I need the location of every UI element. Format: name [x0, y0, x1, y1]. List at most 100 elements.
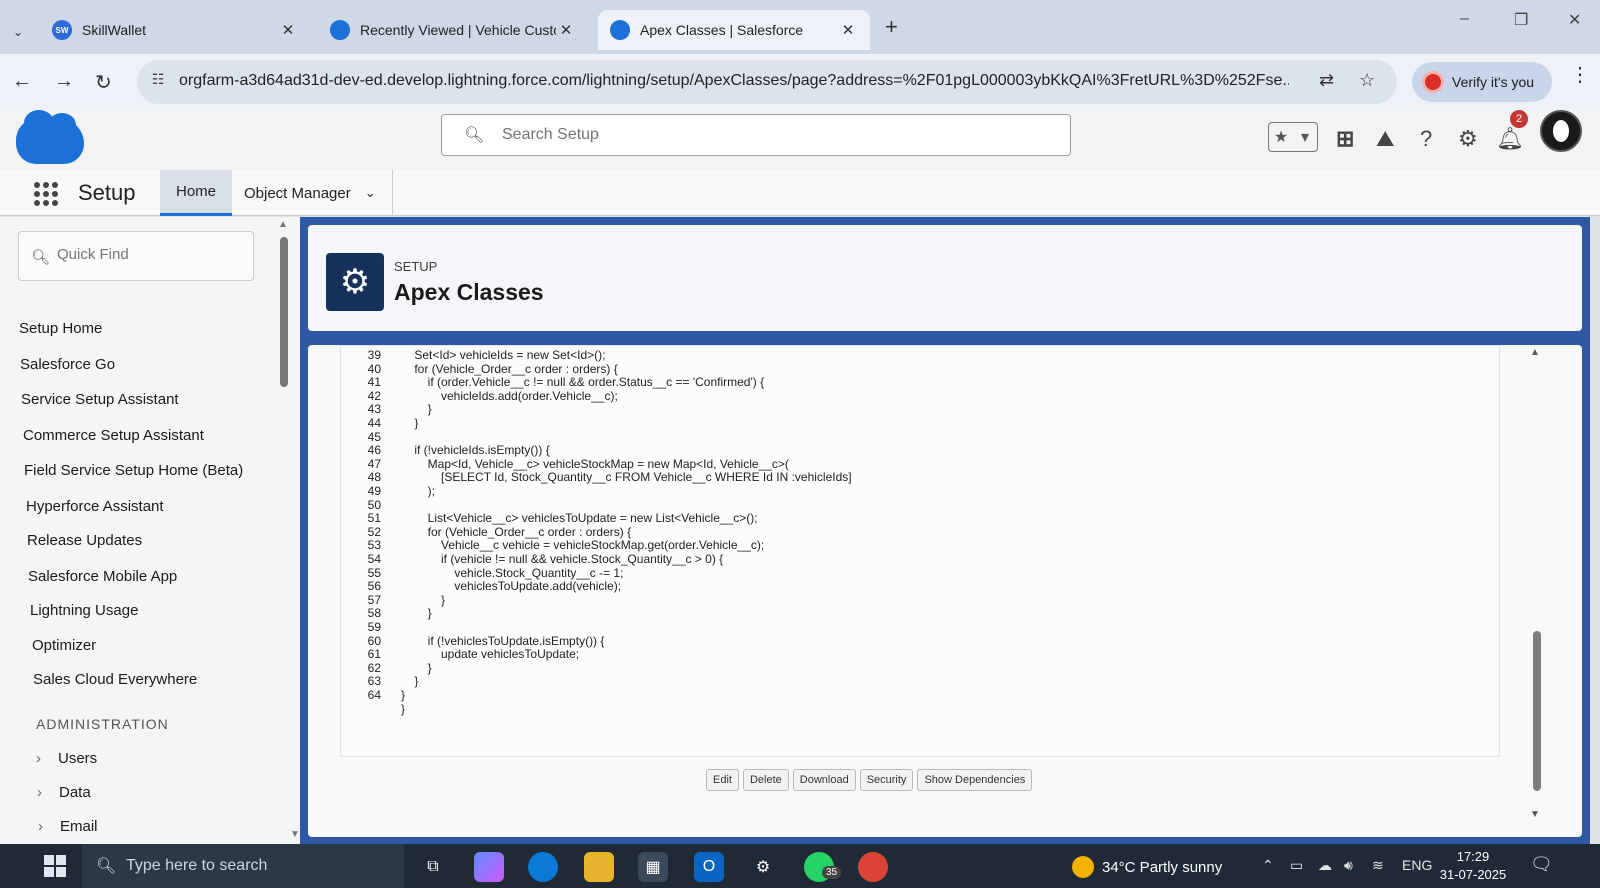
apex-code-viewer[interactable]: 39 Set<Id> vehicleIds = new Set<Id>(); 40…	[340, 345, 1500, 757]
restore-icon[interactable]: ❐	[1514, 10, 1528, 30]
code-line: 59	[341, 620, 1491, 634]
browser-menu-icon[interactable]: ⋮	[1570, 62, 1590, 87]
close-icon[interactable]: ✕	[556, 21, 576, 39]
trailhead-icon[interactable]: ⛰	[1376, 126, 1394, 152]
scroll-up-arrow-icon[interactable]: ▲	[278, 219, 288, 230]
sidebar-tree-data[interactable]: › Data	[37, 784, 91, 801]
apex-class-detail: 39 Set<Id> vehicleIds = new Set<Id>(); 40…	[308, 345, 1582, 837]
scroll-down-arrow-icon[interactable]: ▼	[1530, 809, 1540, 820]
wifi-icon[interactable]: ≋	[1372, 857, 1384, 874]
chevron-up-icon[interactable]: ⌃	[1262, 857, 1274, 874]
settings-gear-icon[interactable]: ⚙	[748, 852, 778, 882]
download-button[interactable]: Download	[792, 769, 856, 791]
line-number: 55	[367, 565, 381, 580]
tab-skillwallet[interactable]: SW SkillWallet ✕	[40, 10, 310, 50]
notifications-bell-icon[interactable]: 🔔︎	[1496, 126, 1524, 152]
back-arrow-icon[interactable]: ←	[12, 70, 32, 93]
favorites-button[interactable]: ★ ▾	[1268, 122, 1318, 152]
verify-button[interactable]: Verify it's you	[1412, 62, 1552, 102]
quick-find-box[interactable]: 🔍︎	[18, 231, 254, 281]
sidebar-item-release-updates[interactable]: Release Updates	[27, 532, 142, 549]
chevron-down-icon[interactable]: ⌄	[365, 185, 376, 201]
code-text: }	[401, 402, 432, 417]
sidebar-item-field-service-setup-home[interactable]: Field Service Setup Home (Beta)	[24, 462, 243, 479]
line-number: 44	[367, 416, 381, 430]
quick-find-input[interactable]	[57, 246, 237, 263]
weather-text: 34°C Partly sunny	[1102, 858, 1223, 876]
task-view-icon[interactable]: ⧉	[418, 852, 448, 882]
taskbar-search[interactable]: 🔍︎ Type here to search	[82, 844, 404, 888]
security-button[interactable]: Security	[859, 769, 914, 791]
notification-center-icon[interactable]: 🗨︎	[1530, 854, 1553, 875]
onedrive-icon[interactable]: ☁	[1318, 857, 1332, 874]
chrome-icon[interactable]	[858, 852, 888, 882]
show-dependencies-button[interactable]: Show Dependencies	[917, 769, 1033, 791]
copilot-icon[interactable]	[474, 852, 504, 882]
url-text[interactable]: orgfarm-a3d64ad31d-dev-ed.develop.lightn…	[179, 72, 1289, 90]
code-line: 62 }	[341, 661, 1491, 675]
tab-home[interactable]: Home	[160, 170, 233, 216]
sidebar-tree-email[interactable]: › Email	[38, 818, 98, 835]
address-bar[interactable]: ☷ orgfarm-a3d64ad31d-dev-ed.develop.ligh…	[137, 60, 1397, 104]
volume-icon[interactable]: 🔊︎	[1344, 857, 1353, 874]
minimize-icon[interactable]: –	[1460, 10, 1469, 28]
edge-browser-icon[interactable]	[528, 852, 558, 882]
input-language[interactable]: ENG	[1402, 857, 1432, 873]
scroll-up-arrow-icon[interactable]: ▲	[1530, 347, 1540, 358]
global-actions-plus-icon[interactable]: ⊞	[1336, 126, 1354, 152]
close-icon[interactable]: ✕	[278, 21, 298, 39]
code-line: 41 if (order.Vehicle__c != null && order…	[341, 375, 1491, 389]
help-icon[interactable]: ?	[1420, 126, 1432, 152]
translate-icon[interactable]: ⇄	[1319, 70, 1334, 91]
code-text: Set<Id> vehicleIds = new Set<Id>();	[401, 348, 606, 362]
sidebar-item-salesforce-go[interactable]: Salesforce Go	[20, 356, 115, 373]
sidebar-item-commerce-setup-assistant[interactable]: Commerce Setup Assistant	[23, 427, 204, 444]
edit-button[interactable]: Edit	[706, 769, 739, 791]
clock[interactable]: 17:29 31-07-2025	[1436, 848, 1510, 884]
line-number: 62	[367, 660, 381, 675]
windows-start-icon[interactable]	[44, 855, 66, 877]
line-number: 43	[367, 402, 381, 417]
microsoft-store-icon[interactable]: ▦	[638, 852, 668, 882]
app-launcher-icon[interactable]	[34, 182, 58, 206]
sidebar-scrollbar[interactable]	[280, 237, 288, 387]
tab-search-chevron-icon[interactable]: ⌄	[6, 20, 30, 44]
code-text: }	[401, 660, 432, 675]
close-icon[interactable]: ✕	[838, 21, 858, 39]
sidebar-item-service-setup-assistant[interactable]: Service Setup Assistant	[21, 391, 179, 408]
bookmark-star-icon[interactable]: ☆	[1359, 70, 1375, 91]
sidebar-item-optimizer[interactable]: Optimizer	[32, 637, 96, 654]
avatar[interactable]	[1540, 110, 1582, 152]
code-text: if (vehicle != null && vehicle.Stock_Qua…	[401, 552, 724, 566]
file-explorer-icon[interactable]	[584, 852, 614, 882]
scroll-down-arrow-icon[interactable]: ▼	[290, 829, 300, 840]
salesforce-logo-icon[interactable]	[16, 110, 84, 164]
setup-gear-icon[interactable]: ⚙	[1458, 126, 1478, 152]
sidebar-item-salesforce-mobile-app[interactable]: Salesforce Mobile App	[28, 568, 177, 585]
forward-arrow-icon[interactable]: →	[54, 70, 74, 93]
sidebar-item-sales-cloud-everywhere[interactable]: Sales Cloud Everywhere	[33, 671, 197, 688]
sidebar-item-hyperforce-assistant[interactable]: Hyperforce Assistant	[26, 498, 164, 515]
code-text: update vehiclesToUpdate;	[401, 647, 580, 662]
window-close-icon[interactable]: ✕	[1568, 10, 1581, 30]
line-number: 59	[367, 620, 381, 634]
weather-widget[interactable]: 34°C Partly sunny	[1072, 856, 1222, 878]
site-info-icon[interactable]: ☷	[147, 71, 169, 93]
battery-icon[interactable]: ▭	[1290, 857, 1303, 874]
sidebar-tree-users[interactable]: › Users	[36, 750, 97, 767]
main-content: ⚙ SETUP Apex Classes 39 Set<Id> vehicleI…	[300, 217, 1590, 844]
code-line: 63 }	[341, 674, 1491, 688]
reload-icon[interactable]: ↻	[95, 70, 112, 95]
tab-recently-viewed[interactable]: Recently Viewed | Vehicle Custo ✕	[318, 10, 588, 50]
sidebar-item-setup-home[interactable]: Setup Home	[19, 320, 102, 337]
search-setup-input[interactable]	[502, 123, 1042, 147]
line-number: 63	[367, 674, 381, 689]
sidebar-item-lightning-usage[interactable]: Lightning Usage	[30, 602, 138, 619]
tab-object-manager[interactable]: Object Manager ⌄	[228, 170, 393, 216]
tab-apex-classes[interactable]: Apex Classes | Salesforce ✕	[598, 10, 870, 50]
new-tab-plus-icon[interactable]: +	[885, 14, 898, 40]
code-scrollbar[interactable]	[1533, 631, 1541, 791]
search-setup-box[interactable]: 🔍︎	[441, 114, 1071, 156]
outlook-icon[interactable]: O	[694, 852, 724, 882]
delete-button[interactable]: Delete	[742, 769, 789, 791]
